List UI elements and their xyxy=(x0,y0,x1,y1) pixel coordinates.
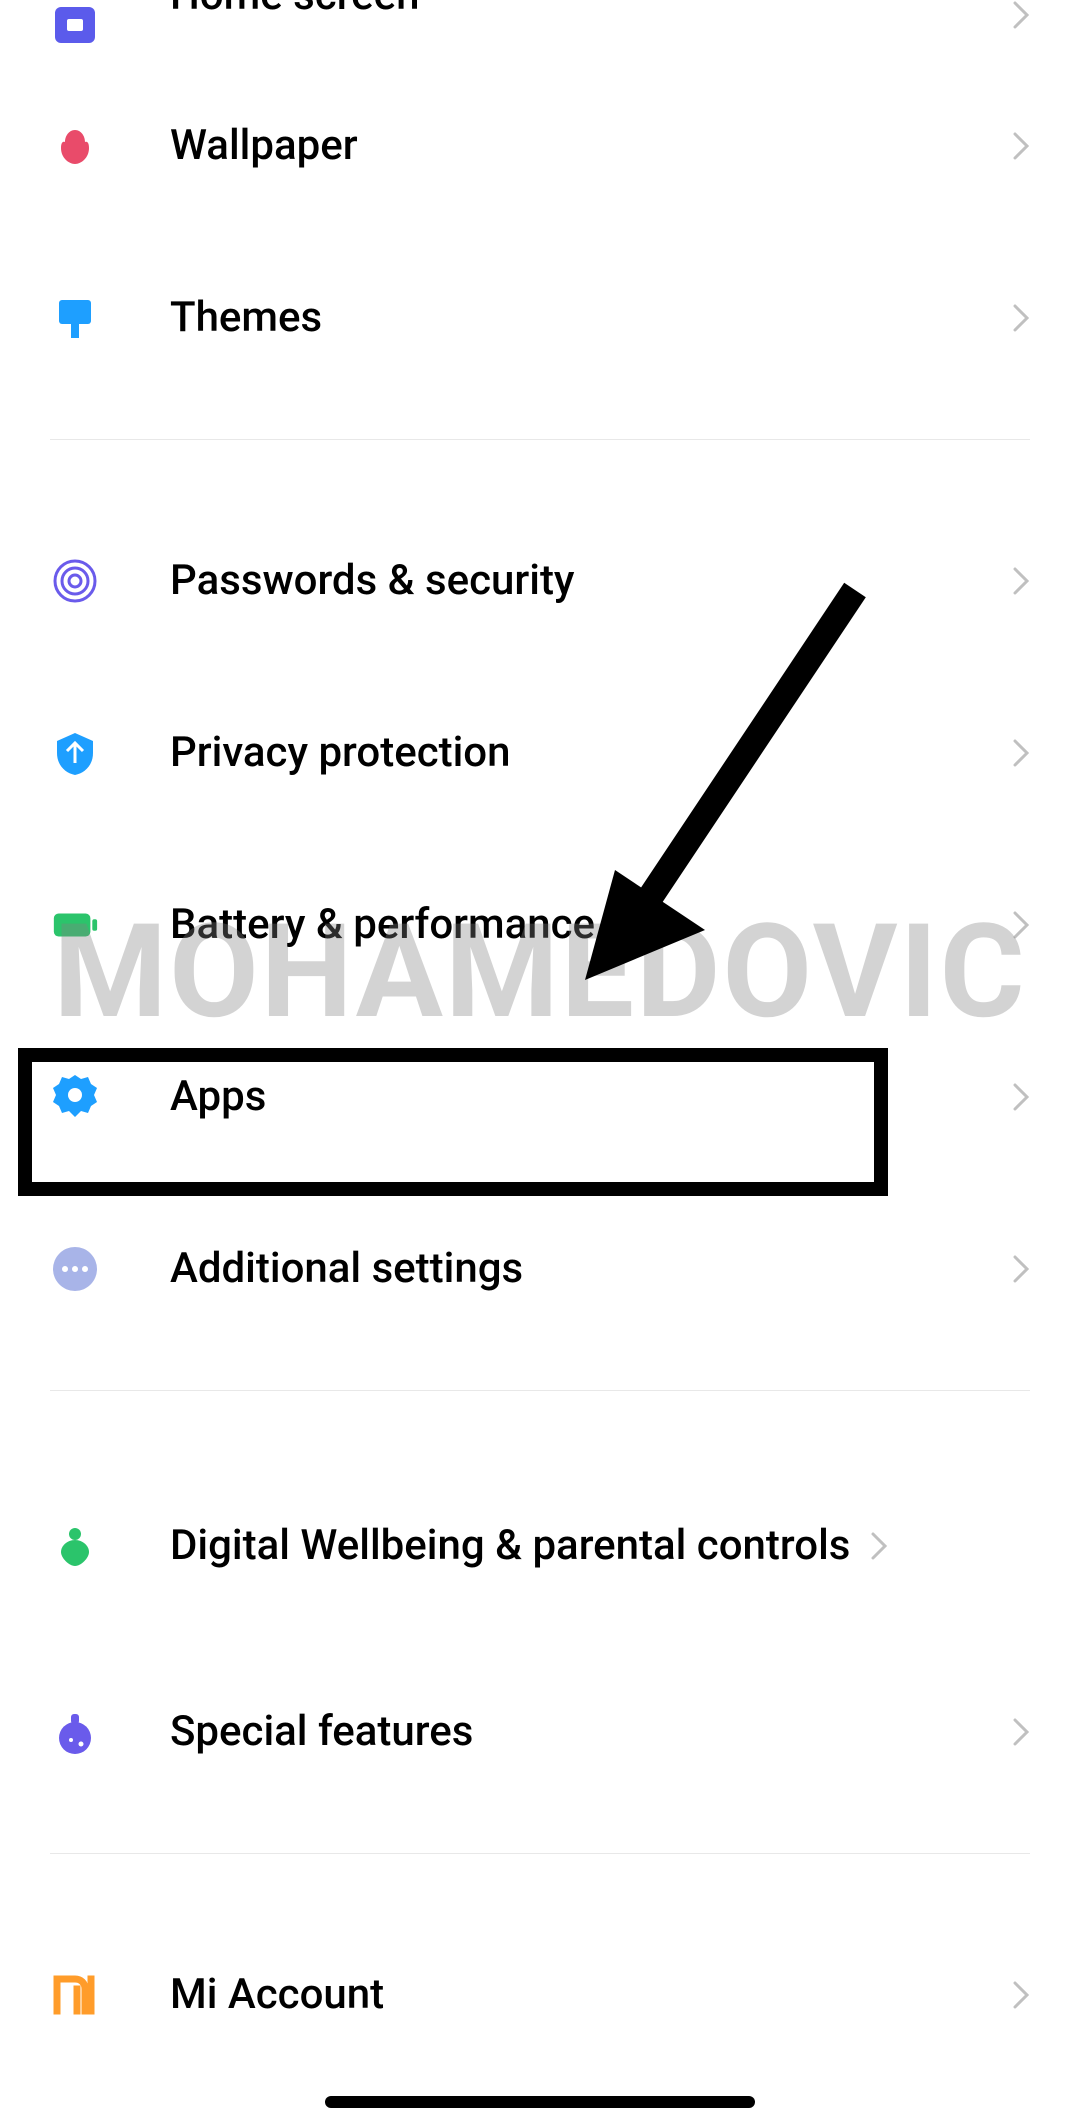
settings-battery-performance[interactable]: Battery & performance xyxy=(0,839,1080,1011)
chevron-right-icon xyxy=(1012,131,1030,161)
chevron-right-icon xyxy=(1012,566,1030,596)
settings-item-label: Passwords & security xyxy=(170,555,1012,608)
settings-additional-settings[interactable]: Additional settings xyxy=(0,1183,1080,1355)
flask-icon xyxy=(50,1707,100,1757)
mi-logo-icon xyxy=(50,1970,100,2020)
settings-item-label: Wallpaper xyxy=(170,120,1012,173)
settings-item-label: Special features xyxy=(170,1706,1012,1759)
chevron-right-icon xyxy=(1012,1980,1030,2010)
settings-item-label: Themes xyxy=(170,292,1012,345)
settings-item-label: Mi Account xyxy=(170,1969,1012,2022)
settings-special-features[interactable]: Special features xyxy=(0,1646,1080,1818)
settings-mi-account[interactable]: Mi Account xyxy=(0,1909,1080,2081)
shield-icon xyxy=(50,728,100,778)
settings-apps[interactable]: Apps xyxy=(0,1011,1080,1183)
settings-list: Home screen Wallpaper Themes Passwords &… xyxy=(0,0,1080,2081)
settings-privacy-protection[interactable]: Privacy protection xyxy=(0,667,1080,839)
chevron-right-icon xyxy=(1012,0,1030,30)
divider xyxy=(50,1853,1030,1854)
settings-digital-wellbeing[interactable]: Digital Wellbeing & parental controls xyxy=(0,1446,1080,1646)
settings-passwords-security[interactable]: Passwords & security xyxy=(0,495,1080,667)
chevron-right-icon xyxy=(870,1531,888,1561)
settings-item-label: Home screen xyxy=(170,0,1012,23)
themes-icon xyxy=(50,293,100,343)
chevron-right-icon xyxy=(1012,910,1030,940)
settings-home-screen[interactable]: Home screen xyxy=(0,0,1080,60)
divider xyxy=(50,1390,1030,1391)
divider xyxy=(50,439,1030,440)
navigation-handle[interactable] xyxy=(325,2096,755,2108)
settings-item-label: Digital Wellbeing & parental controls xyxy=(170,1520,870,1573)
chevron-right-icon xyxy=(1012,738,1030,768)
chevron-right-icon xyxy=(1012,303,1030,333)
gear-icon xyxy=(50,1072,100,1122)
settings-wallpaper[interactable]: Wallpaper xyxy=(0,60,1080,232)
settings-item-label: Additional settings xyxy=(170,1243,1012,1296)
settings-item-label: Apps xyxy=(170,1071,1012,1124)
ellipsis-icon xyxy=(50,1244,100,1294)
person-heart-icon xyxy=(50,1521,100,1571)
chevron-right-icon xyxy=(1012,1254,1030,1284)
wallpaper-icon xyxy=(50,121,100,171)
battery-icon xyxy=(50,900,100,950)
chevron-right-icon xyxy=(1012,1717,1030,1747)
settings-themes[interactable]: Themes xyxy=(0,232,1080,404)
settings-item-label: Battery & performance xyxy=(170,899,1012,952)
settings-item-label: Privacy protection xyxy=(170,727,1012,780)
chevron-right-icon xyxy=(1012,1082,1030,1112)
fingerprint-icon xyxy=(50,556,100,606)
home-screen-icon xyxy=(50,0,100,50)
